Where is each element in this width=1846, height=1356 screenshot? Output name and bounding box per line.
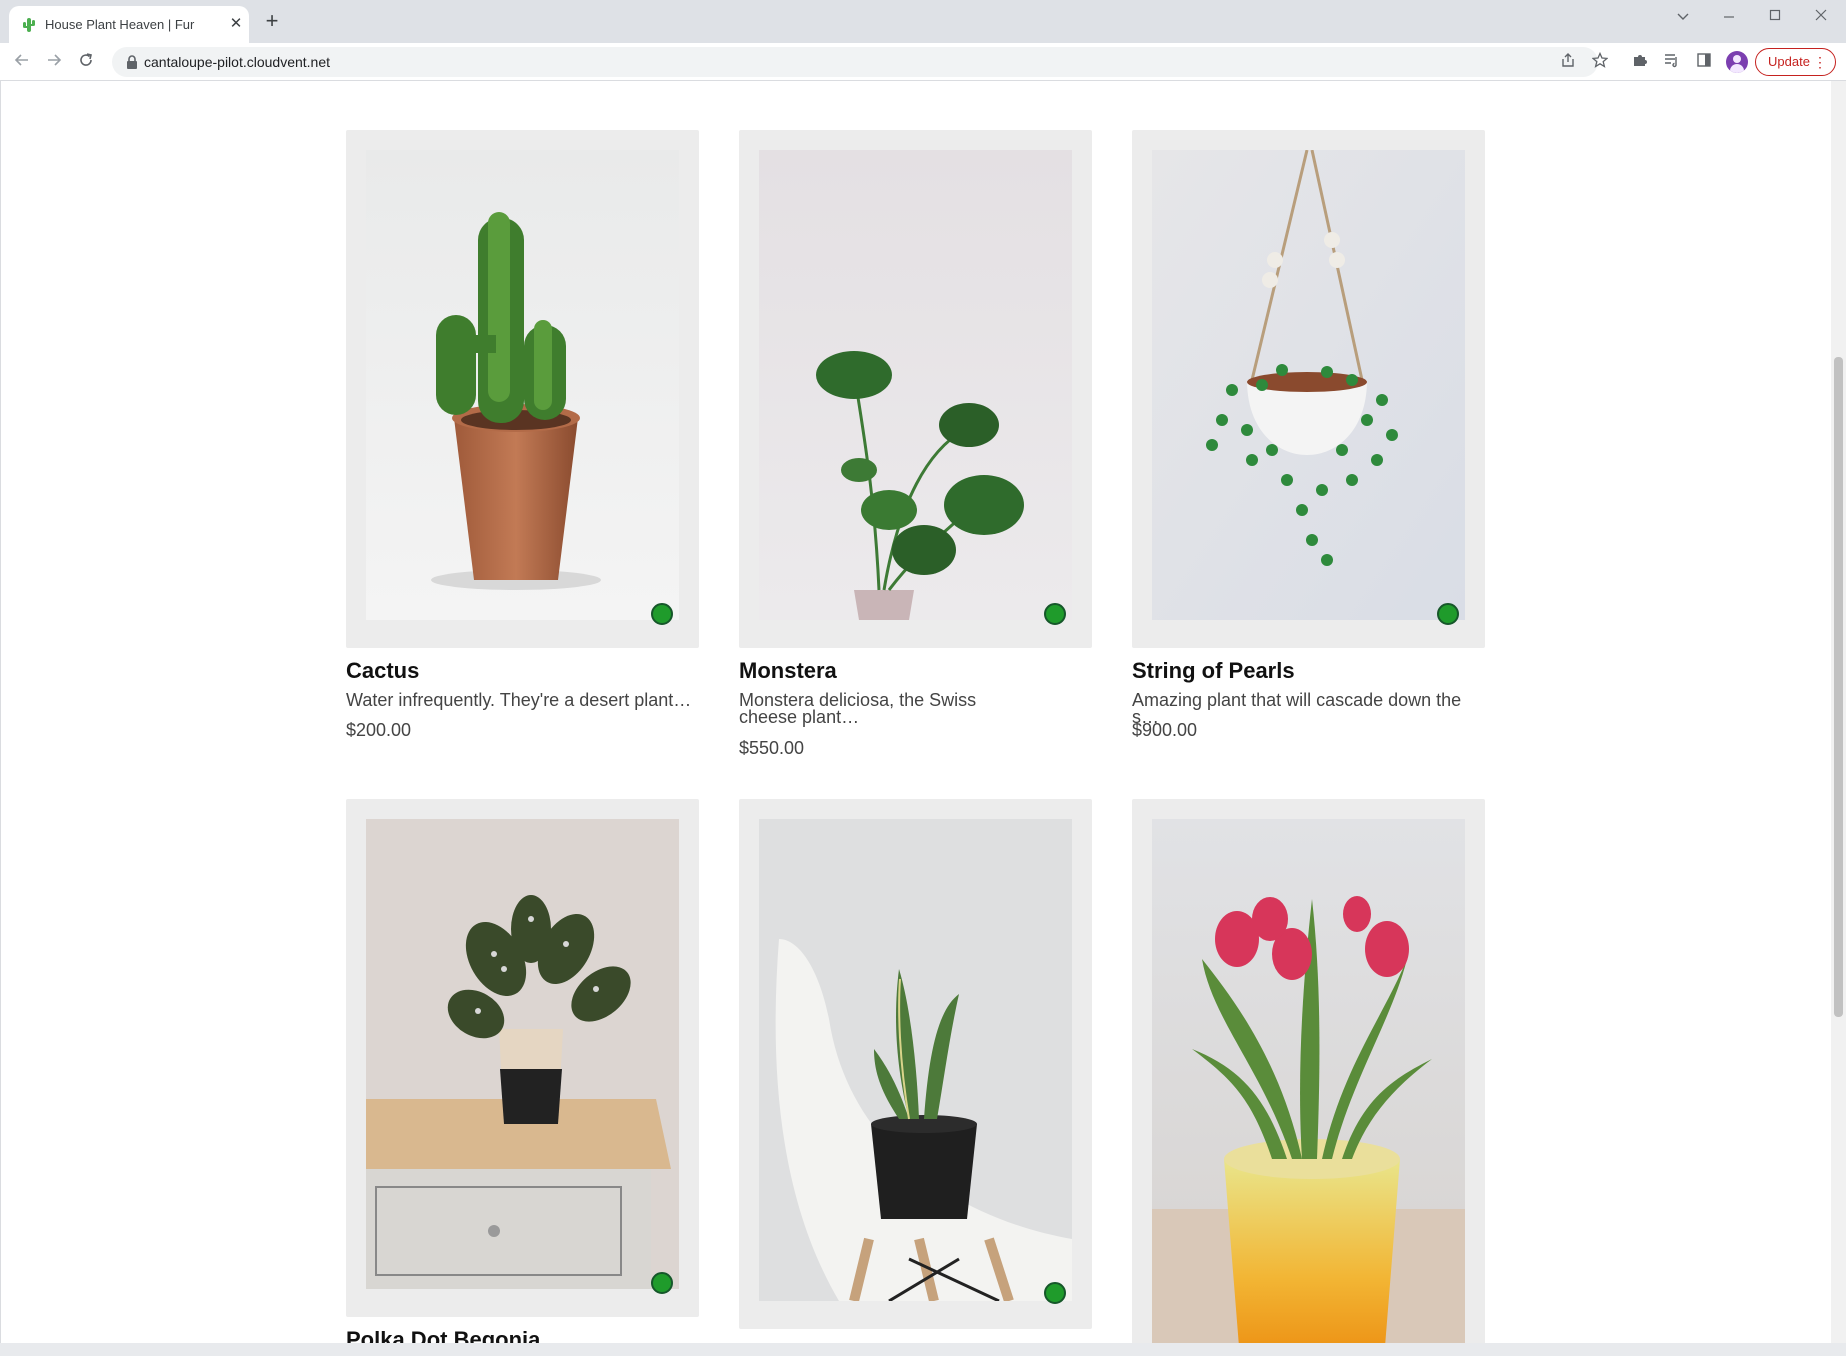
product-image-frame bbox=[1132, 799, 1485, 1343]
status-bar bbox=[0, 1343, 1846, 1356]
product-name[interactable]: Polka Dot Begonia bbox=[346, 1327, 540, 1343]
scrollbar-thumb[interactable] bbox=[1834, 357, 1843, 1017]
profile-avatar[interactable] bbox=[1726, 51, 1748, 73]
back-arrow-icon[interactable] bbox=[10, 50, 34, 74]
cactus-photo[interactable] bbox=[366, 150, 679, 620]
availability-dot bbox=[1437, 603, 1459, 625]
update-button[interactable]: Update ⋮ bbox=[1755, 48, 1836, 76]
product-price: $200.00 bbox=[346, 720, 412, 740]
product-description: Water infrequently. They're a desert pla… bbox=[346, 690, 692, 710]
tab-house-plant-heaven[interactable]: House Plant Heaven | Fur ✕ bbox=[9, 6, 249, 43]
product-name[interactable]: String of Pearls bbox=[1132, 658, 1295, 684]
product-price: $900.00 bbox=[1132, 720, 1198, 740]
address-bar[interactable]: cantaloupe-pilot.cloudvent.net bbox=[112, 47, 1598, 77]
reload-icon[interactable] bbox=[74, 50, 98, 74]
product-image-frame bbox=[346, 799, 699, 1317]
page-viewport: Cactus Water infrequently. They're a des… bbox=[0, 81, 1846, 1343]
new-tab-button[interactable]: + bbox=[262, 10, 282, 32]
product-price: $550.00 bbox=[739, 738, 805, 758]
close-window-icon[interactable] bbox=[1809, 6, 1833, 26]
update-label: Update bbox=[1768, 54, 1810, 69]
maximize-icon[interactable] bbox=[1763, 6, 1787, 26]
cactus-favicon-icon bbox=[23, 18, 35, 32]
side-panel-icon[interactable] bbox=[1694, 52, 1714, 72]
share-icon[interactable] bbox=[1558, 52, 1578, 72]
product-image-frame bbox=[739, 130, 1092, 648]
tab-strip: House Plant Heaven | Fur ✕ + bbox=[0, 0, 1846, 43]
lock-icon[interactable] bbox=[126, 55, 138, 69]
star-icon[interactable] bbox=[1590, 51, 1610, 72]
snake-plant-photo[interactable] bbox=[759, 819, 1072, 1301]
product-name[interactable]: Monstera bbox=[739, 658, 837, 684]
polka-dot-begonia-photo[interactable] bbox=[366, 819, 679, 1289]
browser-toolbar: cantaloupe-pilot.cloudvent.net Update ⋮ bbox=[0, 43, 1846, 81]
tab-search-icon[interactable] bbox=[1671, 6, 1695, 26]
more-menu-icon[interactable]: ⋮ bbox=[1813, 49, 1827, 75]
product-image-frame bbox=[1132, 130, 1485, 648]
product-image-frame bbox=[346, 130, 699, 648]
close-tab-icon[interactable]: ✕ bbox=[227, 15, 245, 33]
page-scrollbar[interactable] bbox=[1831, 81, 1846, 1343]
tulips-photo[interactable] bbox=[1152, 819, 1465, 1343]
url-text[interactable]: cantaloupe-pilot.cloudvent.net bbox=[144, 54, 330, 70]
string-of-pearls-photo[interactable] bbox=[1152, 150, 1465, 620]
tab-title: House Plant Heaven | Fur bbox=[45, 17, 195, 32]
forward-arrow-icon[interactable] bbox=[42, 50, 66, 74]
availability-dot bbox=[651, 1272, 673, 1294]
browser-window: House Plant Heaven | Fur ✕ + cantaloupe-… bbox=[0, 0, 1846, 1356]
availability-dot bbox=[1044, 603, 1066, 625]
product-name[interactable]: Cactus bbox=[346, 658, 419, 684]
puzzle-icon[interactable] bbox=[1630, 52, 1650, 72]
monstera-photo[interactable] bbox=[759, 150, 1072, 620]
availability-dot bbox=[651, 603, 673, 625]
minimize-icon[interactable] bbox=[1717, 6, 1741, 26]
product-description: Monstera deliciosa, the Swiss cheese pla… bbox=[739, 690, 977, 727]
reading-list-icon[interactable] bbox=[1662, 52, 1682, 72]
product-image-frame bbox=[739, 799, 1092, 1329]
availability-dot bbox=[1044, 1282, 1066, 1304]
